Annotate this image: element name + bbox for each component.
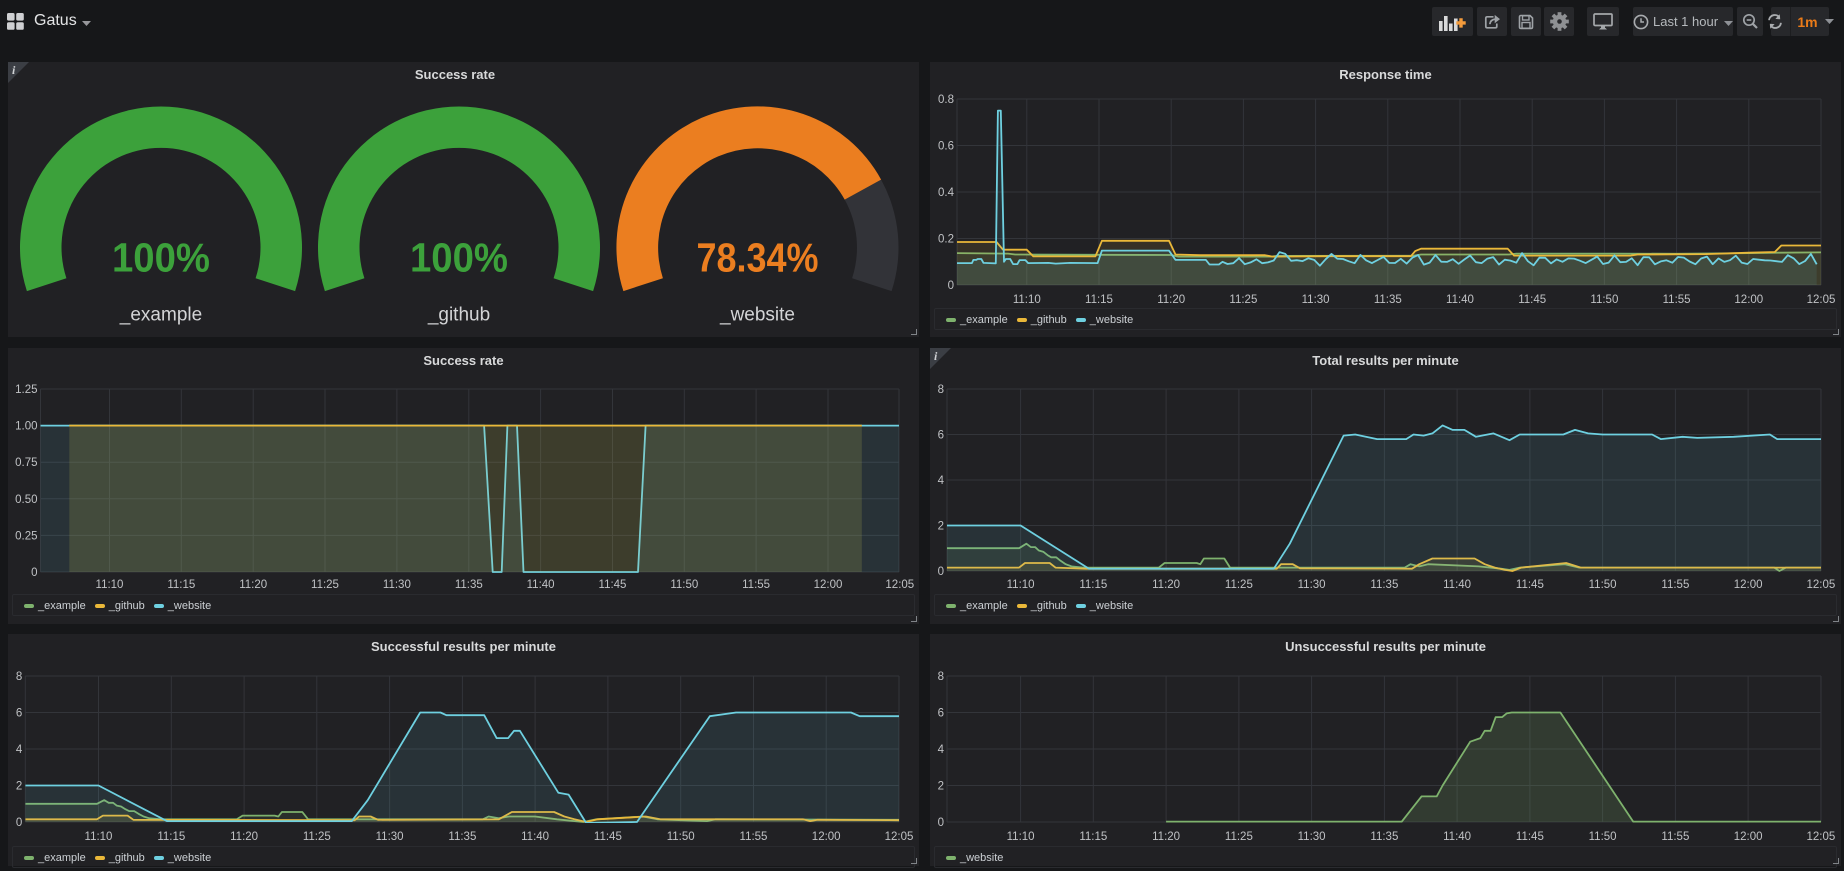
svg-text:11:25: 11:25: [303, 831, 331, 843]
svg-text:11:40: 11:40: [521, 831, 549, 843]
svg-text:11:40: 11:40: [527, 579, 555, 591]
svg-text:11:50: 11:50: [667, 831, 695, 843]
svg-text:11:40: 11:40: [1446, 294, 1474, 306]
svg-text:11:40: 11:40: [1443, 831, 1471, 843]
svg-text:0: 0: [16, 817, 22, 829]
svg-text:6: 6: [938, 708, 944, 720]
svg-text:8: 8: [938, 671, 944, 683]
svg-text:0.2: 0.2: [938, 234, 954, 246]
svg-text:11:10: 11:10: [96, 579, 124, 591]
svg-text:0.50: 0.50: [15, 494, 37, 506]
svg-text:100%: 100%: [410, 235, 508, 281]
svg-text:11:50: 11:50: [1589, 831, 1617, 843]
svg-text:0: 0: [948, 280, 954, 292]
svg-text:12:05: 12:05: [1807, 579, 1836, 591]
svg-text:11:30: 11:30: [383, 579, 411, 591]
svg-text:11:45: 11:45: [1516, 831, 1544, 843]
svg-text:12:05: 12:05: [885, 831, 914, 843]
svg-text:11:10: 11:10: [1007, 831, 1035, 843]
svg-text:100%: 100%: [112, 235, 210, 281]
svg-text:11:30: 11:30: [1298, 579, 1326, 591]
svg-text:12:05: 12:05: [1807, 831, 1836, 843]
svg-text:2: 2: [16, 781, 22, 793]
svg-text:_github: _github: [427, 305, 490, 326]
svg-text:1.00: 1.00: [15, 421, 37, 433]
svg-text:12:00: 12:00: [1734, 294, 1763, 306]
svg-text:11:40: 11:40: [1443, 579, 1471, 591]
svg-text:11:10: 11:10: [1013, 294, 1041, 306]
svg-text:12:05: 12:05: [885, 579, 914, 591]
svg-text:11:55: 11:55: [1661, 831, 1689, 843]
svg-text:11:35: 11:35: [455, 579, 483, 591]
svg-text:11:10: 11:10: [85, 831, 113, 843]
svg-text:78.34%: 78.34%: [697, 235, 819, 281]
svg-text:11:20: 11:20: [1152, 831, 1180, 843]
svg-text:11:55: 11:55: [742, 579, 770, 591]
svg-text:11:25: 11:25: [311, 579, 339, 591]
svg-text:12:00: 12:00: [1734, 579, 1763, 591]
svg-text:11:50: 11:50: [1589, 579, 1617, 591]
svg-text:11:15: 11:15: [1079, 579, 1107, 591]
svg-text:11:35: 11:35: [1374, 294, 1402, 306]
svg-text:11:55: 11:55: [1661, 579, 1689, 591]
svg-text:12:05: 12:05: [1807, 294, 1836, 306]
svg-text:0.75: 0.75: [15, 457, 37, 469]
svg-text:11:55: 11:55: [1663, 294, 1691, 306]
svg-text:11:15: 11:15: [1079, 831, 1107, 843]
svg-text:11:25: 11:25: [1225, 831, 1253, 843]
svg-text:12:00: 12:00: [814, 579, 843, 591]
svg-text:11:25: 11:25: [1229, 294, 1257, 306]
svg-text:11:15: 11:15: [157, 831, 185, 843]
svg-text:11:20: 11:20: [1157, 294, 1185, 306]
svg-text:11:45: 11:45: [1518, 294, 1546, 306]
svg-text:11:20: 11:20: [230, 831, 258, 843]
svg-text:0.4: 0.4: [938, 187, 955, 199]
svg-text:11:20: 11:20: [1152, 579, 1180, 591]
svg-text:11:15: 11:15: [1085, 294, 1113, 306]
svg-text:0: 0: [31, 567, 37, 579]
svg-text:11:30: 11:30: [1302, 294, 1330, 306]
svg-text:8: 8: [938, 384, 944, 396]
svg-text:11:30: 11:30: [376, 831, 404, 843]
svg-text:4: 4: [16, 744, 23, 756]
svg-text:11:55: 11:55: [740, 831, 768, 843]
svg-text:12:00: 12:00: [812, 831, 841, 843]
svg-text:_website: _website: [719, 305, 795, 326]
svg-text:2: 2: [938, 781, 944, 793]
svg-text:11:15: 11:15: [167, 579, 195, 591]
svg-text:11:45: 11:45: [599, 579, 627, 591]
svg-text:11:35: 11:35: [448, 831, 476, 843]
svg-text:_example: _example: [119, 305, 202, 326]
svg-text:11:50: 11:50: [670, 579, 698, 591]
svg-text:2: 2: [938, 521, 944, 533]
svg-text:11:20: 11:20: [239, 579, 267, 591]
svg-text:6: 6: [938, 430, 944, 442]
svg-text:11:45: 11:45: [594, 831, 622, 843]
svg-text:4: 4: [938, 744, 945, 756]
svg-text:0.25: 0.25: [15, 530, 37, 542]
svg-text:4: 4: [938, 475, 945, 487]
svg-text:6: 6: [16, 708, 22, 720]
svg-text:11:35: 11:35: [1370, 831, 1398, 843]
svg-text:8: 8: [16, 671, 22, 683]
svg-text:12:00: 12:00: [1734, 831, 1763, 843]
svg-text:11:10: 11:10: [1007, 579, 1035, 591]
svg-text:0: 0: [938, 566, 944, 578]
svg-text:11:25: 11:25: [1225, 579, 1253, 591]
svg-text:0.8: 0.8: [938, 94, 954, 106]
svg-text:0.6: 0.6: [938, 141, 954, 153]
svg-text:11:35: 11:35: [1370, 579, 1398, 591]
svg-text:1.25: 1.25: [15, 384, 37, 396]
svg-text:0: 0: [938, 817, 944, 829]
svg-text:11:30: 11:30: [1298, 831, 1326, 843]
svg-text:11:45: 11:45: [1516, 579, 1544, 591]
svg-text:11:50: 11:50: [1590, 294, 1618, 306]
